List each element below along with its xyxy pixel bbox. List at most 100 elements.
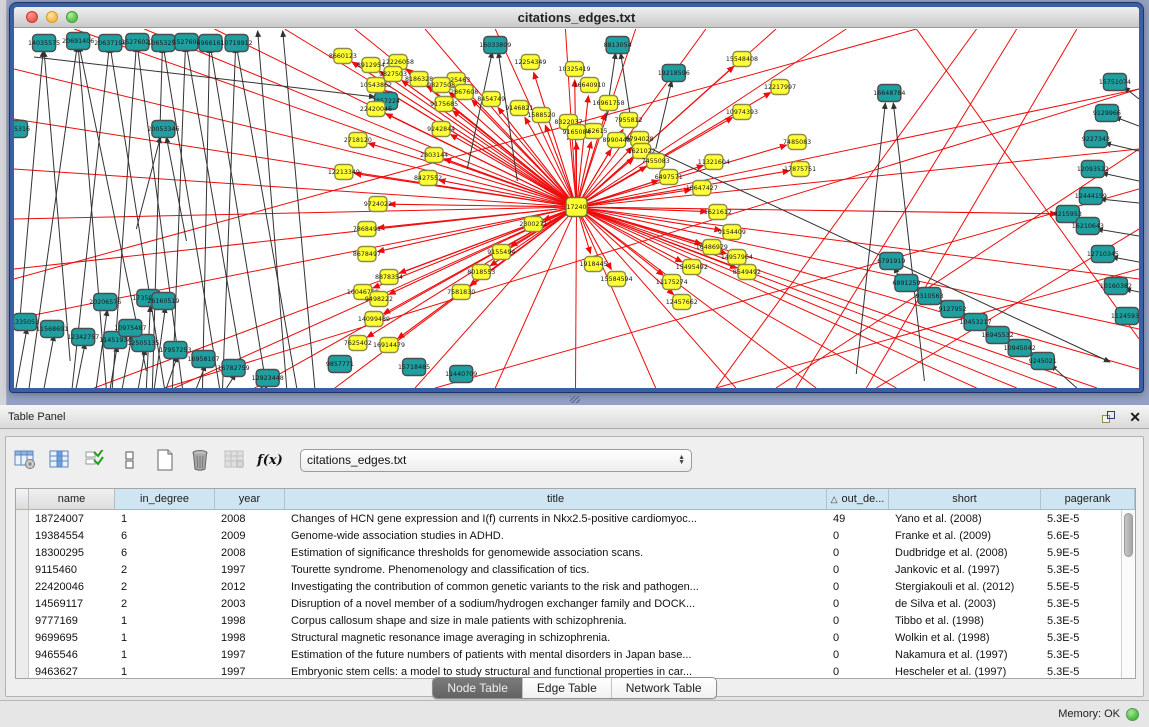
graph-node[interactable]: 16961758: [593, 96, 625, 111]
close-window-button[interactable]: [26, 11, 38, 23]
column-header-out_de[interactable]: △out_de...: [827, 489, 889, 510]
graph-node[interactable]: 9245021: [1029, 353, 1057, 370]
table-row[interactable]: 969969511998Structural magnetic resonanc…: [16, 629, 1135, 646]
graph-node[interactable]: 9154409: [718, 225, 746, 240]
graph-node[interactable]: 9227343: [1082, 131, 1110, 148]
graph-node[interactable]: 15718485: [398, 359, 430, 376]
float-panel-icon[interactable]: [1102, 411, 1115, 423]
graph-node[interactable]: 12213349: [328, 165, 360, 180]
graph-node[interactable]: 7955812: [615, 113, 643, 128]
table-row[interactable]: 1456911722003Disruption of a novel membe…: [16, 595, 1135, 612]
graph-node[interactable]: 8878354: [375, 270, 403, 285]
table-scrollbar[interactable]: [1121, 510, 1135, 678]
table-row[interactable]: 946554611997Estimation of the future num…: [16, 646, 1135, 663]
zoom-window-button[interactable]: [66, 11, 78, 23]
graph-node[interactable]: 16640910: [573, 78, 605, 93]
graph-node[interactable]: 16210643: [1072, 218, 1104, 235]
column-header-name[interactable]: name: [29, 489, 115, 510]
graph-node[interactable]: 17875751: [784, 162, 816, 177]
graph-node[interactable]: 16914479: [373, 338, 405, 353]
graph-node[interactable]: 11568691: [36, 321, 68, 338]
graph-node[interactable]: 9857771: [326, 356, 354, 373]
graph-node[interactable]: 8549492: [733, 265, 761, 280]
network-canvas[interactable]: 1403557520691406206371981527602110653257…: [14, 29, 1139, 388]
column-select-icon[interactable]: [82, 447, 108, 473]
table-row[interactable]: 1830029562008Estimation of significance …: [16, 544, 1135, 561]
graph-node[interactable]: 9724022: [364, 197, 392, 212]
column-header-pagerank[interactable]: pagerank: [1041, 489, 1135, 510]
graph-node[interactable]: 12093522: [1077, 161, 1109, 178]
graph-node[interactable]: 9310563: [915, 288, 943, 305]
column-header-short[interactable]: short: [889, 489, 1041, 510]
graph-node[interactable]: 9129966: [1093, 105, 1121, 122]
graph-node[interactable]: 15751074: [1099, 74, 1131, 91]
memory-status-indicator[interactable]: [1126, 708, 1139, 721]
close-panel-icon[interactable]: ✕: [1129, 410, 1141, 424]
column-header-year[interactable]: year: [215, 489, 285, 510]
row-options-icon[interactable]: [117, 447, 143, 473]
tab-network-table[interactable]: Network Table: [612, 678, 716, 698]
graph-node[interactable]: 20206576: [89, 294, 121, 311]
graph-node[interactable]: 16958107: [187, 351, 219, 368]
graph-node[interactable]: 14035575: [28, 35, 60, 52]
graph-node[interactable]: 16033809: [479, 37, 511, 54]
column-header-in_degree[interactable]: in_degree: [115, 489, 215, 510]
graph-node[interactable]: 12923448: [252, 370, 284, 387]
graph-node[interactable]: 1621612: [704, 205, 732, 220]
new-table-icon[interactable]: [152, 447, 178, 473]
graph-node[interactable]: 10719912: [221, 35, 253, 52]
minimize-window-button[interactable]: [46, 11, 58, 23]
graph-node[interactable]: 10325419: [558, 62, 590, 77]
table-row[interactable]: 911546021997Tourette syndrome. Phenomeno…: [16, 561, 1135, 578]
graph-node[interactable]: 20691406: [62, 33, 94, 50]
splitter-grip[interactable]: [570, 396, 580, 403]
graph-node[interactable]: 17240: [566, 198, 587, 217]
table-selector-dropdown[interactable]: citations_edges.txt ▲▼: [300, 449, 692, 472]
graph-node[interactable]: 14099489: [358, 312, 390, 327]
column-visibility-icon[interactable]: [47, 447, 73, 473]
graph-node[interactable]: 11440709: [445, 366, 477, 383]
graph-node[interactable]: 2015316: [14, 121, 30, 138]
scrollbar-thumb[interactable]: [1124, 513, 1133, 557]
graph-node[interactable]: 16648784: [873, 85, 905, 102]
graph-node[interactable]: 11245935: [1111, 308, 1139, 325]
graph-node[interactable]: 12457662: [666, 295, 698, 310]
network-window-titlebar[interactable]: citations_edges.txt: [14, 7, 1139, 28]
graph-node[interactable]: 2718120: [344, 133, 372, 148]
table-row[interactable]: 1872400712008Changes of HCN gene express…: [16, 510, 1135, 527]
graph-node[interactable]: 7625402: [344, 336, 372, 351]
graph-node[interactable]: 10975487: [114, 320, 146, 337]
graph-node[interactable]: 15548408: [726, 52, 758, 67]
table-options-icon[interactable]: [12, 447, 38, 473]
graph-node[interactable]: 20053346: [147, 121, 179, 138]
table-row[interactable]: 2242004622012Investigating the contribut…: [16, 578, 1135, 595]
graph-node[interactable]: 8678497: [353, 247, 381, 262]
graph-node[interactable]: 16782759: [218, 360, 250, 377]
column-header-title[interactable]: title: [285, 489, 827, 510]
graph-node[interactable]: 6891259: [892, 275, 920, 292]
graph-node[interactable]: 7485083: [783, 135, 811, 150]
tab-node-table[interactable]: Node Table: [433, 678, 523, 698]
graph-node[interactable]: 8018553: [467, 265, 495, 280]
tab-edge-table[interactable]: Edge Table: [523, 678, 612, 698]
graph-node[interactable]: 12710345: [1087, 246, 1119, 263]
table-row[interactable]: 1938455462009Genome-wide association stu…: [16, 527, 1135, 544]
graph-node[interactable]: 12217997: [764, 80, 796, 95]
graph-node[interactable]: 9127952: [938, 301, 966, 318]
graph-node[interactable]: 11321604: [698, 155, 730, 170]
graph-node[interactable]: 14957964: [721, 250, 753, 265]
graph-node[interactable]: 12444159: [1075, 188, 1107, 205]
graph-node[interactable]: 7581830: [447, 285, 475, 300]
graph-node[interactable]: 10945042: [1004, 340, 1036, 357]
function-builder-icon[interactable]: f(x): [257, 447, 283, 473]
graph-node[interactable]: 6791919: [877, 253, 905, 270]
graph-node[interactable]: 12342757: [67, 329, 99, 346]
graph-node[interactable]: 7868491: [353, 222, 381, 237]
graph-node[interactable]: 8813054: [604, 37, 632, 54]
graph-node[interactable]: 10974393: [726, 105, 758, 120]
graph-node[interactable]: 12254349: [514, 55, 546, 70]
graph-node[interactable]: 8660123: [329, 49, 357, 64]
graph-node[interactable]: 26160519: [147, 293, 179, 310]
table-row[interactable]: 977716911998Corpus callosum shape and si…: [16, 612, 1135, 629]
delete-table-icon[interactable]: [187, 447, 213, 473]
